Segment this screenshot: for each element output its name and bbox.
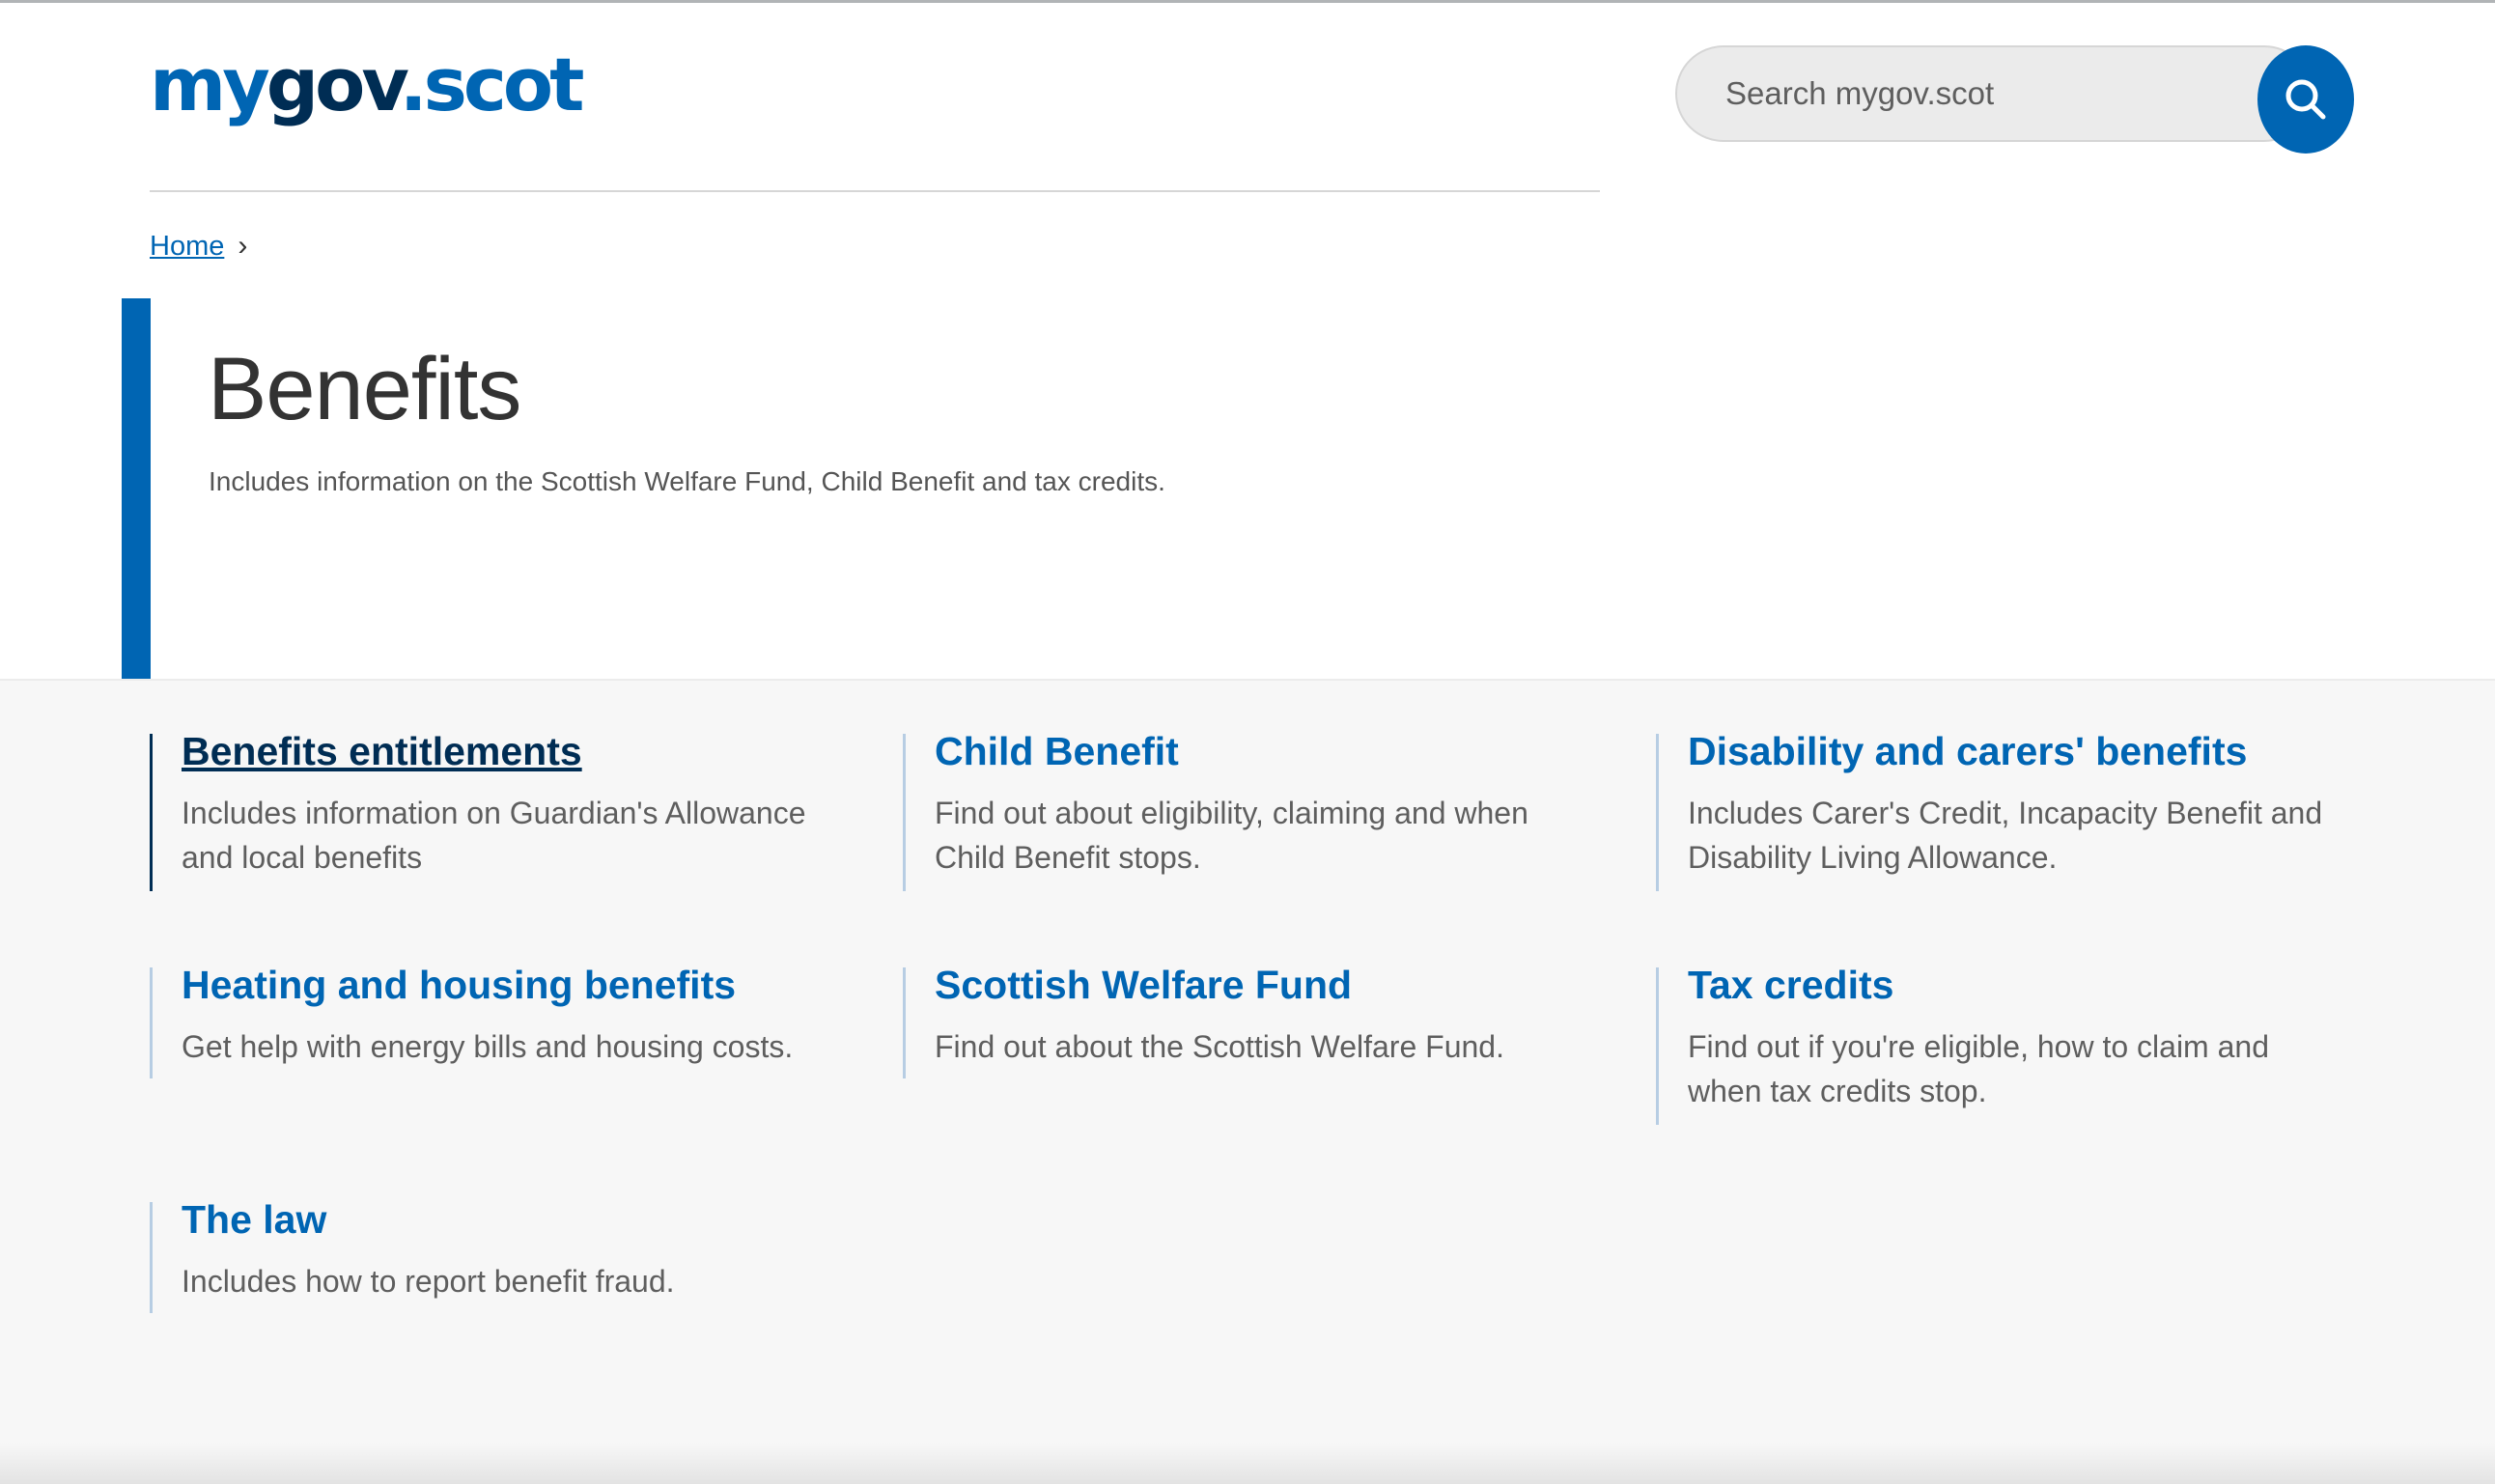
topic-description: Includes how to report benefit fraud.	[182, 1264, 675, 1300]
topic-description: Find out about the Scottish Welfare Fund…	[935, 1029, 1504, 1065]
topic-description: Get help with energy bills and housing c…	[182, 1029, 794, 1065]
logo-my: my	[150, 42, 270, 127]
topic-link[interactable]: The law	[182, 1196, 845, 1244]
topic-card-disability-carers: Disability and carers' benefits Includes…	[1656, 729, 2351, 891]
logo-dot: .	[399, 42, 428, 127]
topic-card-child-benefit: Child Benefit Find out about eligibility…	[903, 729, 1598, 891]
breadcrumb-separator-icon: ›	[238, 230, 248, 262]
search-icon	[2285, 79, 2326, 120]
topic-card-heating-housing: Heating and housing benefits Get help wi…	[150, 963, 845, 1078]
topic-link[interactable]: Heating and housing benefits	[182, 962, 845, 1009]
logo-scot: scot	[423, 42, 585, 127]
topic-card-tax-credits: Tax credits Find out if you're eligible,…	[1656, 963, 2351, 1125]
breadcrumb: Home ›	[150, 230, 247, 263]
page-description: Includes information on the Scottish Wel…	[209, 466, 1165, 496]
topic-link[interactable]: Scottish Welfare Fund	[935, 962, 1598, 1009]
topic-link[interactable]: Disability and carers' benefits	[1688, 728, 2351, 775]
logo-gov: gov	[266, 42, 404, 127]
topic-description: Find out if you're eligible, how to clai…	[1688, 1029, 2269, 1109]
site-search	[1675, 45, 2354, 154]
page-title: Benefits	[208, 340, 521, 438]
search-button[interactable]	[2257, 45, 2354, 154]
topic-card-benefits-entitlements: Benefits entitlements Includes informati…	[150, 729, 845, 891]
topic-link[interactable]: Benefits entitlements	[182, 728, 845, 775]
site-header: mygov.scot	[0, 0, 2495, 193]
site-logo[interactable]: mygov.scot	[150, 48, 584, 122]
header-divider	[150, 190, 1600, 192]
topic-description: Includes information on Guardian's Allow…	[182, 796, 806, 876]
hero-accent-bar	[122, 298, 151, 679]
topic-description: Includes Carer's Credit, Incapacity Bene…	[1688, 796, 2323, 876]
topic-card-scottish-welfare-fund: Scottish Welfare Fund Find out about the…	[903, 963, 1598, 1078]
topic-link[interactable]: Tax credits	[1688, 962, 2351, 1009]
breadcrumb-home-link[interactable]: Home	[150, 231, 224, 263]
topic-card-the-law: The law Includes how to report benefit f…	[150, 1197, 845, 1313]
panel-bottom-shadow	[0, 1443, 2495, 1484]
topic-link[interactable]: Child Benefit	[935, 728, 1598, 775]
topic-description: Find out about eligibility, claiming and…	[935, 796, 1528, 876]
search-input[interactable]	[1675, 45, 2313, 142]
page-hero: Benefits Includes information on the Sco…	[122, 298, 1667, 679]
